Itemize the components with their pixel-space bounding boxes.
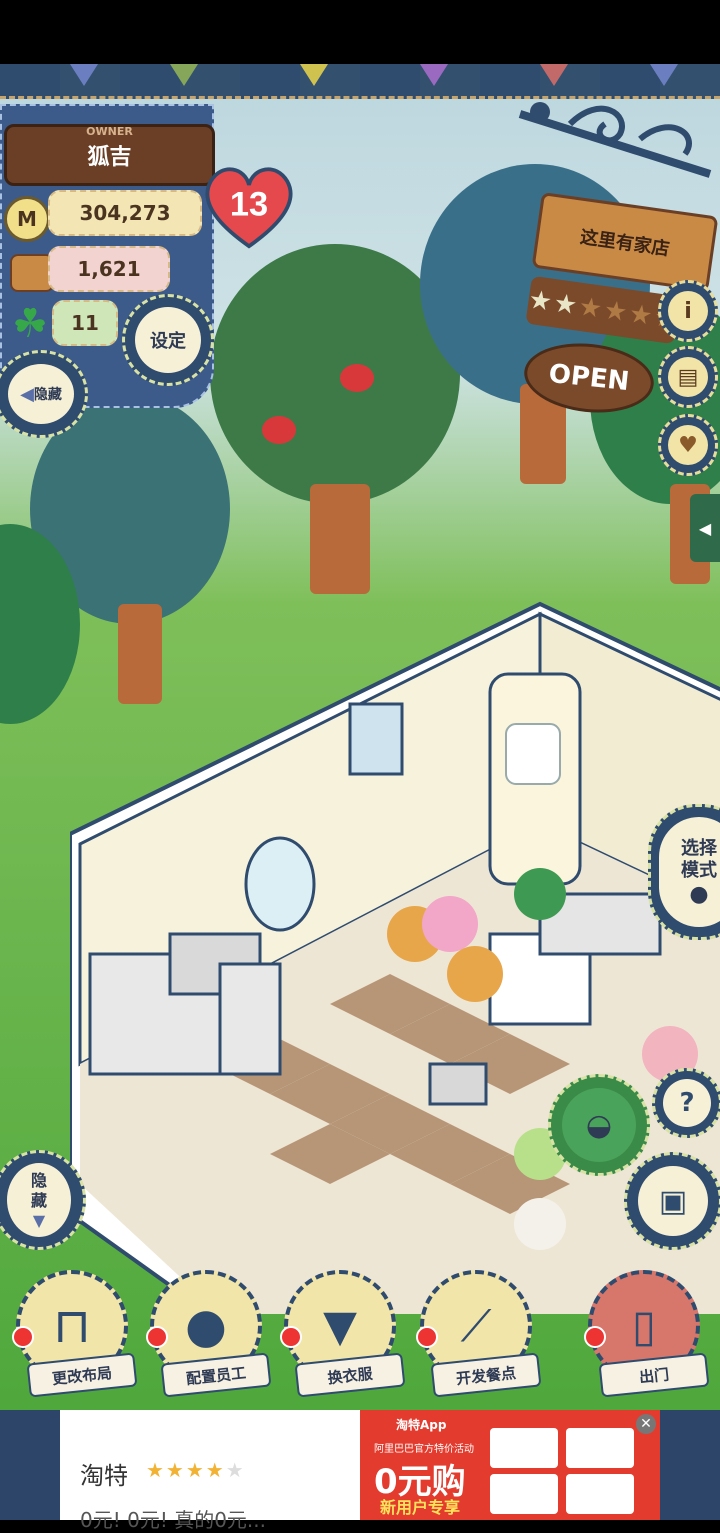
coin-icon: M <box>4 196 50 242</box>
decor-button[interactable]: ◒ <box>548 1074 650 1176</box>
camera-icon: ▣ <box>658 1183 688 1219</box>
shirt-icon: ▼ <box>323 1300 357 1352</box>
door-icon: ▯ <box>631 1300 657 1352</box>
product-thumbnail <box>490 1428 558 1468</box>
player-name-plate: OWNER 狐吉 <box>4 124 215 186</box>
pin-icon <box>146 1326 168 1348</box>
book-button[interactable]: ▤ <box>658 346 718 408</box>
knife-icon: ⟋ <box>460 1300 492 1352</box>
star-icon: ★ <box>551 288 580 322</box>
apple <box>262 416 296 444</box>
ad-image-panel[interactable]: 淘特App 阿里巴巴官方特价活动 0元购 新用户专享 ✕ <box>360 1410 660 1520</box>
product-thumbnail <box>566 1474 634 1514</box>
hanging-sign-bracket-icon <box>518 102 712 178</box>
dish-cover-icon: ◒ <box>585 1107 613 1143</box>
player-level: 13 <box>230 186 268 224</box>
pin-icon <box>280 1326 302 1348</box>
tree-trunk <box>310 484 370 594</box>
pin-icon <box>584 1326 606 1348</box>
status-bar <box>0 0 720 64</box>
money-display: 304,273 <box>48 190 202 236</box>
change-clothes-button[interactable]: ▼ 换衣服 <box>276 1270 406 1398</box>
arrow-left-icon: ◀ <box>20 383 34 405</box>
hide-side-label: 隐藏 <box>30 1170 47 1210</box>
select-mode-button[interactable]: 选择模式 ● <box>648 804 720 940</box>
help-button[interactable]: ? <box>652 1068 720 1138</box>
info-button[interactable]: i <box>658 280 718 342</box>
question-icon: ? <box>679 1088 695 1118</box>
book-icon: ▤ <box>668 357 708 397</box>
owner-label: OWNER <box>86 125 133 138</box>
star-icon: ★ <box>601 295 630 329</box>
star-icon: ★ <box>626 298 655 332</box>
settings-label: 设定 <box>150 331 186 352</box>
restaurant-room[interactable] <box>70 594 720 1314</box>
star-icon: ★ <box>576 291 605 325</box>
expand-right-tab[interactable]: ◀ <box>690 494 720 562</box>
pin-icon <box>416 1326 438 1348</box>
close-icon[interactable]: ✕ <box>636 1414 656 1434</box>
shop-name-text: 这里有家店 <box>578 226 671 261</box>
arrow-down-icon: ▼ <box>32 1210 46 1230</box>
go-out-button[interactable]: ▯ 出门 <box>580 1270 710 1398</box>
ad-banner-event: 阿里巴巴官方特价活动 <box>374 1444 474 1455</box>
change-layout-button[interactable]: ⊓ 更改布局 <box>8 1270 138 1398</box>
chevron-left-icon: ◀ <box>698 518 712 538</box>
heart-button[interactable]: ♥ <box>658 414 718 476</box>
food-display: 1,621 <box>48 246 170 292</box>
develop-dishes-button[interactable]: ⟋ 开发餐点 <box>412 1270 542 1398</box>
clover-display: 11 <box>52 300 118 346</box>
settings-button[interactable]: 设定 <box>122 294 214 386</box>
level-heart-icon: 13 <box>205 167 293 249</box>
bear-head-icon: ● <box>689 881 709 907</box>
star-icon: ★ <box>526 284 554 318</box>
pin-icon <box>12 1326 34 1348</box>
product-thumbnail <box>490 1474 558 1514</box>
staff-config-button[interactable]: ● 配置员工 <box>142 1270 272 1398</box>
ad-promo-sub: 新用户专享 <box>380 1498 461 1517</box>
ad-text-panel[interactable]: 淘特 ★★★★★ 0元! 0元! 真的0元... <box>60 1410 360 1532</box>
ad-rating: ★★★★★ <box>146 1458 246 1482</box>
camera-button[interactable]: ▣ <box>624 1152 720 1250</box>
game-scene[interactable]: OWNER 狐吉 13 M 304,273 1,621 ☘ 11 设定 ◀ 隐藏… <box>0 64 720 1410</box>
select-mode-label: 选择模式 <box>681 837 717 881</box>
info-icon: i <box>668 291 708 331</box>
hide-top-label: 隐藏 <box>33 387 62 403</box>
apple <box>340 364 374 392</box>
heart-icon: ♥ <box>668 425 708 465</box>
open-label: OPEN <box>547 358 631 398</box>
ad-subtext: 0元! 0元! 真的0元... <box>80 1508 266 1532</box>
ad-banner[interactable]: 淘特 ★★★★★ 0元! 0元! 真的0元... 淘特App 阿里巴巴官方特价活… <box>0 1410 720 1532</box>
product-thumbnail <box>566 1428 634 1468</box>
bear-head-icon: ● <box>185 1298 227 1354</box>
clover-icon: ☘ <box>12 301 48 347</box>
table-icon: ⊓ <box>53 1298 91 1354</box>
player-name: 狐吉 <box>87 145 132 170</box>
ad-app-name: 淘特 <box>80 1462 128 1490</box>
ad-banner-app: 淘特App <box>396 1418 447 1432</box>
